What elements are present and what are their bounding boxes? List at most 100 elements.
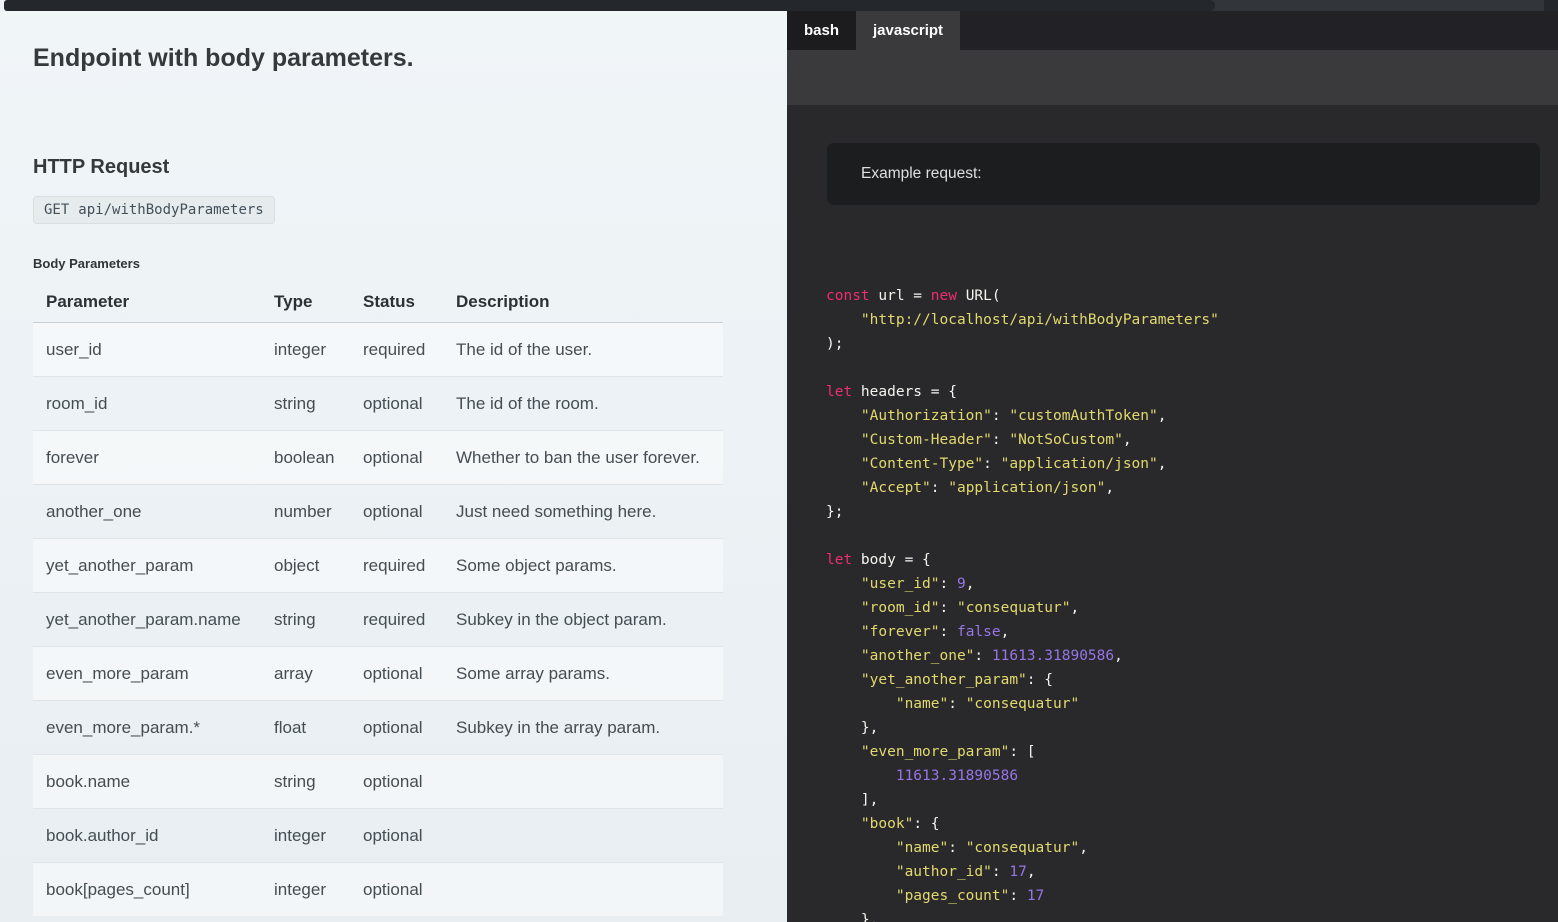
status-cell: required (363, 323, 456, 377)
type-cell: boolean (274, 431, 363, 485)
endpoint-badge: GET api/withBodyParameters (33, 196, 275, 224)
code-line: let body = { (826, 548, 1558, 572)
parameter-cell: even_more_param.* (33, 701, 274, 755)
horizontal-scrollbar (0, 0, 1558, 11)
parameter-cell: user_id (33, 323, 274, 377)
column-header-description: Description (456, 283, 723, 323)
code-line: "http://localhost/api/withBodyParameters… (826, 308, 1558, 332)
body-parameters-table: Parameter Type Status Description user_i… (33, 283, 723, 916)
table-row: yet_another_paramobjectrequiredSome obje… (33, 539, 723, 593)
code-line: "Authorization": "customAuthToken", (826, 404, 1558, 428)
status-cell: required (363, 539, 456, 593)
code-line: const url = new URL( (826, 284, 1558, 308)
status-cell: optional (363, 809, 456, 863)
api-docs-page: Endpoint with body parameters. HTTP Requ… (0, 0, 1558, 922)
table-row: book.namestringoptional (33, 755, 723, 809)
parameter-cell: another_one (33, 485, 274, 539)
example-request-label: Example request: (861, 165, 982, 183)
code-line: "book": { (826, 812, 1558, 836)
code-line: "pages_count": 17 (826, 884, 1558, 908)
code-line: ], (826, 788, 1558, 812)
type-cell: integer (274, 323, 363, 377)
example-request-code: const url = new URL( "http://localhost/a… (826, 284, 1558, 922)
parameter-cell: book[pages_count] (33, 863, 274, 917)
type-cell: integer (274, 863, 363, 917)
code-line: "forever": false, (826, 620, 1558, 644)
example-request-label-box: Example request: (826, 142, 1541, 206)
description-cell: Some array params. (456, 647, 723, 701)
page-title: Endpoint with body parameters. (33, 44, 787, 73)
code-line: }, (826, 716, 1558, 740)
table-row: foreverbooleanoptionalWhether to ban the… (33, 431, 723, 485)
code-line: "another_one": 11613.31890586, (826, 644, 1558, 668)
status-cell: optional (363, 377, 456, 431)
language-tab-bar: bashjavascript (787, 11, 1558, 50)
code-line: "user_id": 9, (826, 572, 1558, 596)
parameter-cell: room_id (33, 377, 274, 431)
body-parameters-heading: Body Parameters (33, 256, 787, 271)
status-cell: optional (363, 431, 456, 485)
table-row: even_more_paramarrayoptionalSome array p… (33, 647, 723, 701)
status-cell: optional (363, 863, 456, 917)
tab-bash[interactable]: bash (787, 11, 856, 50)
table-header-row: Parameter Type Status Description (33, 283, 723, 323)
table-row: book.author_idintegeroptional (33, 809, 723, 863)
table-row: yet_another_param.namestringrequiredSubk… (33, 593, 723, 647)
code-line (826, 524, 1558, 548)
code-line: 11613.31890586 (826, 764, 1558, 788)
description-cell (456, 755, 723, 809)
parameter-cell: forever (33, 431, 274, 485)
code-line: "yet_another_param": { (826, 668, 1558, 692)
parameter-cell: yet_another_param.name (33, 593, 274, 647)
code-line: "Accept": "application/json", (826, 476, 1558, 500)
type-cell: integer (274, 809, 363, 863)
table-row: another_onenumberoptionalJust need somet… (33, 485, 723, 539)
code-line: "name": "consequatur" (826, 692, 1558, 716)
code-line: "even_more_param": [ (826, 740, 1558, 764)
tab-band (787, 50, 1558, 105)
type-cell: string (274, 377, 363, 431)
description-cell (456, 863, 723, 917)
column-header-parameter: Parameter (33, 283, 274, 323)
parameter-cell: yet_another_param (33, 539, 274, 593)
column-header-type: Type (274, 283, 363, 323)
code-line (826, 356, 1558, 380)
code-line: ); (826, 332, 1558, 356)
table-row: book[pages_count]integeroptional (33, 863, 723, 917)
table-row: room_idstringoptionalThe id of the room. (33, 377, 723, 431)
content-panel: Endpoint with body parameters. HTTP Requ… (0, 11, 787, 922)
type-cell: object (274, 539, 363, 593)
status-cell: optional (363, 647, 456, 701)
tab-javascript[interactable]: javascript (856, 11, 960, 50)
code-line: "name": "consequatur", (826, 836, 1558, 860)
description-cell: Whether to ban the user forever. (456, 431, 723, 485)
example-panel: bashjavascript Example request: const ur… (787, 11, 1558, 922)
code-area: Example request: const url = new URL( "h… (787, 105, 1558, 922)
description-cell: Some object params. (456, 539, 723, 593)
table-row: user_idintegerrequiredThe id of the user… (33, 323, 723, 377)
http-method: GET (44, 202, 69, 218)
description-cell: The id of the room. (456, 377, 723, 431)
code-line: "Custom-Header": "NotSoCustom", (826, 428, 1558, 452)
scrollbar-thumb[interactable] (4, 0, 1215, 11)
type-cell: array (274, 647, 363, 701)
status-cell: optional (363, 701, 456, 755)
description-cell: Subkey in the object param. (456, 593, 723, 647)
status-cell: optional (363, 755, 456, 809)
http-request-heading: HTTP Request (33, 156, 787, 179)
type-cell: number (274, 485, 363, 539)
parameter-cell: book.name (33, 755, 274, 809)
code-line: let headers = { (826, 380, 1558, 404)
status-cell: required (363, 593, 456, 647)
type-cell: float (274, 701, 363, 755)
code-line: "Content-Type": "application/json", (826, 452, 1558, 476)
code-line: }, (826, 908, 1558, 922)
type-cell: string (274, 755, 363, 809)
description-cell: Just need something here. (456, 485, 723, 539)
endpoint-path: api/withBodyParameters (78, 202, 263, 218)
code-line: "author_id": 17, (826, 860, 1558, 884)
status-cell: optional (363, 485, 456, 539)
column-header-status: Status (363, 283, 456, 323)
description-cell: Subkey in the array param. (456, 701, 723, 755)
parameter-cell: book.author_id (33, 809, 274, 863)
